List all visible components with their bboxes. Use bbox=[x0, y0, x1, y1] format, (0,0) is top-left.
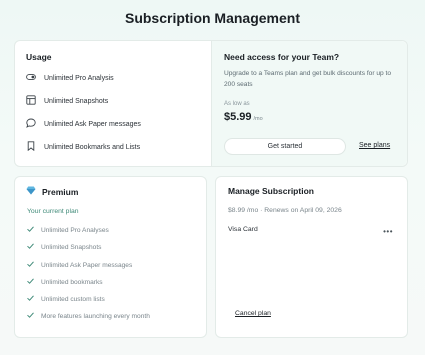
check-icon bbox=[27, 295, 34, 303]
premium-header: Premium bbox=[26, 186, 78, 197]
usage-item-label: Unlimited Bookmarks and Lists bbox=[44, 143, 141, 151]
feature-label: Unlimited Ask Paper messages bbox=[41, 261, 133, 269]
check-icon bbox=[27, 312, 34, 320]
usage-section: Usage Unlimited Pro Analysis Unlimited S… bbox=[15, 41, 211, 166]
more-options-icon[interactable]: ••• bbox=[383, 228, 393, 236]
usage-item-label: Unlimited Snapshots bbox=[44, 97, 109, 105]
see-plans-link[interactable]: See plans bbox=[359, 142, 390, 149]
chat-bubble-icon bbox=[26, 118, 36, 130]
team-upsell-section: Need access for your Team? Upgrade to a … bbox=[211, 41, 407, 166]
current-plan-label: Your current plan bbox=[27, 208, 79, 215]
feature-label: More features launching every month bbox=[41, 312, 150, 320]
price-amount: $5.99 bbox=[224, 111, 252, 123]
usage-card: Usage Unlimited Pro Analysis Unlimited S… bbox=[14, 40, 408, 167]
feature-item: Unlimited bookmarks bbox=[27, 278, 103, 286]
manage-title: Manage Subscription bbox=[228, 186, 314, 196]
team-title: Need access for your Team? bbox=[224, 52, 340, 62]
team-price: $5.99/mo bbox=[224, 111, 263, 123]
premium-card: Premium Your current plan Unlimited Pro … bbox=[14, 176, 207, 338]
payment-method: Visa Card bbox=[228, 226, 258, 233]
feature-item: Unlimited Ask Paper messages bbox=[27, 261, 132, 269]
feature-label: Unlimited Snapshots bbox=[41, 243, 102, 251]
check-icon bbox=[27, 261, 34, 269]
price-unit: /mo bbox=[253, 116, 263, 122]
toggle-icon bbox=[26, 72, 36, 84]
get-started-button[interactable]: Get started bbox=[224, 138, 346, 155]
bookmark-icon bbox=[26, 141, 36, 153]
feature-label: Unlimited bookmarks bbox=[41, 278, 103, 286]
cancel-plan-link[interactable]: Cancel plan bbox=[235, 310, 271, 317]
feature-item: More features launching every month bbox=[27, 312, 150, 320]
usage-item-label: Unlimited Pro Analysis bbox=[44, 74, 114, 82]
manage-subscription-card: Manage Subscription $8.99 /mo · Renews o… bbox=[215, 176, 408, 338]
usage-item-label: Unlimited Ask Paper messages bbox=[44, 120, 141, 128]
feature-item: Unlimited Pro Analyses bbox=[27, 226, 109, 234]
premium-title: Premium bbox=[42, 186, 79, 197]
renewal-info: $8.99 /mo · Renews on April 09, 2026 bbox=[228, 207, 342, 214]
feature-item: Unlimited custom lists bbox=[27, 295, 105, 303]
as-low-as-label: As low as bbox=[224, 101, 250, 107]
usage-item-ask-paper: Unlimited Ask Paper messages bbox=[26, 118, 141, 130]
usage-item-pro-analysis: Unlimited Pro Analysis bbox=[26, 72, 114, 84]
check-icon bbox=[27, 243, 34, 251]
check-icon bbox=[27, 278, 34, 286]
usage-heading: Usage bbox=[26, 52, 52, 62]
grid-icon bbox=[26, 95, 36, 107]
team-description: Upgrade to a Teams plan and get bulk dis… bbox=[224, 70, 392, 88]
usage-item-snapshots: Unlimited Snapshots bbox=[26, 95, 108, 107]
feature-item: Unlimited Snapshots bbox=[27, 243, 101, 251]
usage-item-bookmarks: Unlimited Bookmarks and Lists bbox=[26, 141, 140, 153]
check-icon bbox=[27, 226, 34, 234]
page-title: Subscription Management bbox=[124, 10, 301, 26]
feature-label: Unlimited custom lists bbox=[41, 295, 105, 303]
diamond-icon bbox=[26, 186, 36, 197]
feature-label: Unlimited Pro Analyses bbox=[41, 226, 109, 234]
